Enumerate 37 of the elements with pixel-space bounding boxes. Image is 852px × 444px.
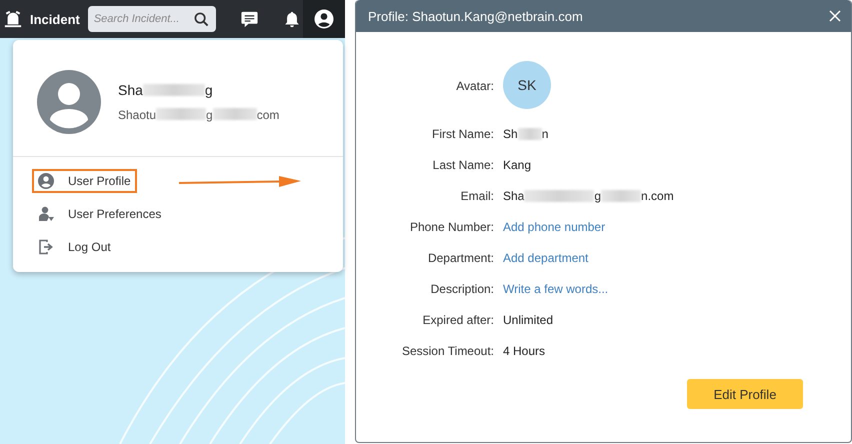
field-label: Last Name:: [432, 158, 494, 172]
alarm-icon: [4, 10, 22, 28]
user-settings-icon: [38, 206, 54, 222]
field-label: Phone Number:: [410, 220, 494, 234]
menu-item[interactable]: User Profile: [32, 169, 137, 193]
logout-icon: [38, 239, 54, 255]
menu-item[interactable]: Log Out: [32, 235, 117, 259]
user-icon: [38, 173, 54, 189]
chat-icon[interactable]: [240, 10, 259, 28]
dialog-title: Profile: Shaotun.Kang@netbrain.com: [368, 8, 583, 24]
avatar: SK: [503, 61, 551, 109]
field-label: Avatar:: [456, 79, 494, 93]
menu-item[interactable]: User Preferences: [32, 202, 168, 226]
field-label: Email:: [460, 189, 494, 203]
field-label: First Name:: [432, 127, 494, 141]
field-value: Sh n: [503, 126, 548, 142]
field-label: Description:: [430, 282, 494, 296]
user-icon[interactable]: [314, 9, 334, 29]
field-label: Department:: [428, 251, 494, 265]
field-link[interactable]: Add department: [503, 250, 588, 266]
user-email: Shaotu g com: [118, 108, 280, 122]
avatar-icon: [37, 70, 101, 134]
field-label: Session Timeout:: [402, 344, 494, 358]
field-link[interactable]: Add phone number: [503, 219, 606, 235]
close-icon[interactable]: [829, 10, 841, 22]
edit-profile-button[interactable]: Edit Profile: [687, 379, 803, 409]
field-value: 4 Hours: [503, 343, 546, 359]
app-title: Incident: [30, 12, 80, 26]
search-field[interactable]: Search Incident...: [88, 6, 216, 32]
bell-icon[interactable]: [282, 10, 301, 28]
field-label: Expired after:: [422, 313, 494, 327]
field-value: Sha g n.com: [503, 188, 674, 204]
field-value: Unlimited: [503, 312, 554, 328]
field-value: Kang: [503, 157, 532, 173]
field-link[interactable]: Write a few words...: [503, 281, 608, 297]
search-icon[interactable]: [194, 12, 209, 27]
user-name: Sha g: [118, 82, 214, 98]
